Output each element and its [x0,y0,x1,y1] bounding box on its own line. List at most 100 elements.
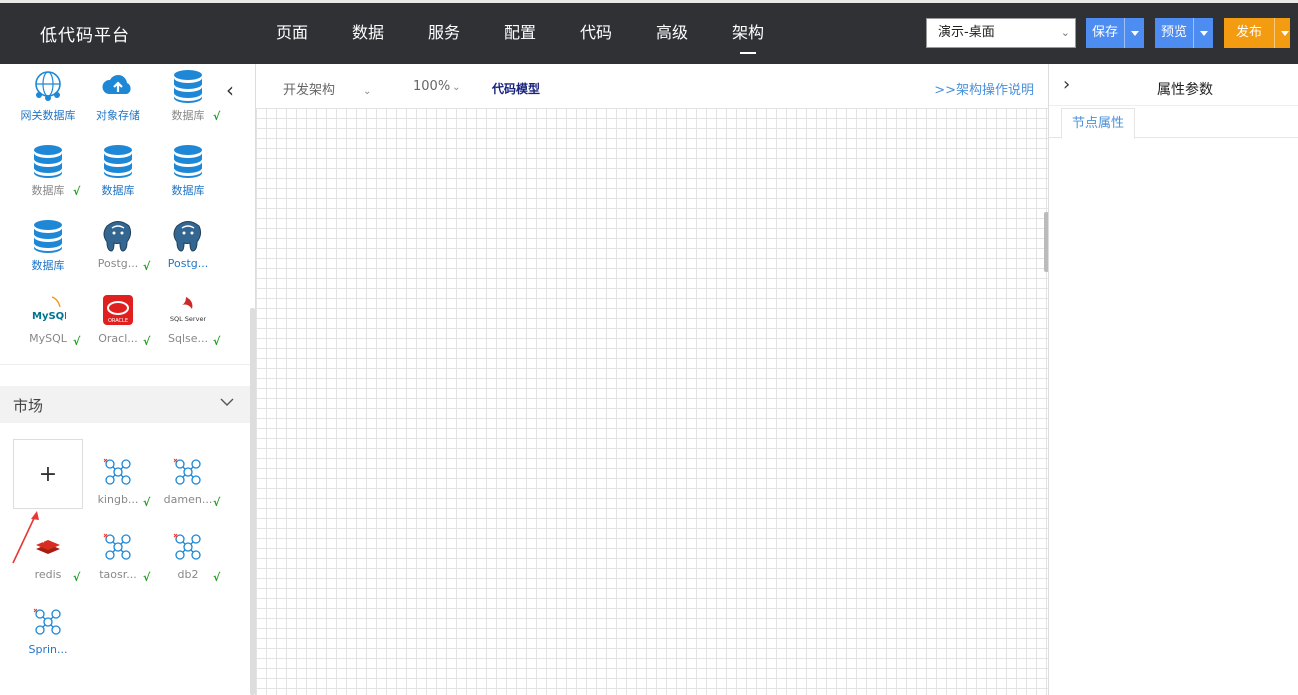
palette-item-database[interactable]: 数据库 √ [153,68,223,140]
palette-item-label: Postg... [167,257,209,270]
database-icon [174,145,202,178]
plus-icon: + [38,462,58,487]
nav-item-data[interactable]: 数据 [330,3,406,64]
check-icon: √ [213,496,221,509]
palette-item-label: 数据库 [31,259,65,272]
tab-node-properties[interactable]: 节点属性 [1061,108,1136,139]
palette-item-postgresql[interactable]: Postg... [153,218,223,290]
market-item-dameng[interactable]: damen... √ [153,454,223,526]
database-icon [174,70,202,103]
chevron-right-icon[interactable]: › [1063,74,1070,95]
save-split-button: 保存 [1086,18,1145,48]
nav-item-architecture[interactable]: 架构 [710,3,786,64]
market-item-spring[interactable]: Sprin... [13,604,83,676]
market-section-header[interactable]: 市场 [0,386,250,423]
database-icon [34,145,62,178]
preview-split-button: 预览 [1155,18,1214,48]
mysql-icon: MySQL [32,296,66,322]
add-market-item-button[interactable]: + [13,439,83,509]
palette-item-mysql[interactable]: MySQL MySQL √ [13,293,83,365]
check-icon: √ [73,335,81,348]
palette-item-object-storage[interactable]: 对象存储 [83,68,153,140]
canvas-toolbar: 开发架构 ⌄ 100% ⌄ 代码模型 >>架构操作说明 [256,64,1048,108]
properties-tabs: 节点属性 [1049,106,1298,139]
oracle-logo-text: ORACLE [108,318,128,324]
chevron-down-icon: ⌄ [452,82,461,93]
mode-select-value: 开发架构 [283,83,336,98]
sqlserver-logo-text: SQL Server [170,315,206,323]
palette-item-gateway-db[interactable]: 网关数据库 [13,68,83,140]
section-divider [0,364,250,365]
architecture-canvas[interactable] [256,108,1048,695]
publish-split-button: 发布 [1224,18,1291,48]
node-graph-icon [33,608,61,635]
publish-button[interactable]: 发布 [1224,18,1275,48]
palette-item-database[interactable]: 数据库 [13,218,83,290]
oracle-icon: ORACLE [103,295,133,325]
nav-item-services[interactable]: 服务 [406,3,482,64]
market-item-taos[interactable]: taosr... √ [83,529,153,601]
node-graph-icon [103,533,131,560]
palette-item-database[interactable]: 数据库 [153,143,223,215]
palette-scrollbar[interactable] [250,308,255,695]
environment-select[interactable]: 演示-桌面 ⌄ [926,18,1076,48]
publish-dropdown-caret-icon[interactable] [1274,18,1291,48]
environment-select-value: 演示-桌面 [938,25,995,40]
properties-panel: › 属性参数 节点属性 [1048,64,1298,695]
properties-header: › 属性参数 [1049,64,1298,106]
annotation-arrow-icon [12,511,39,564]
collapse-left-icon[interactable]: ‹ [226,78,234,102]
palette-item-database[interactable]: 数据库 [83,143,153,215]
code-model-button[interactable]: 代码模型 [492,80,540,97]
check-icon: √ [73,571,81,584]
mysql-logo-text: MySQL [32,311,66,322]
nav-item-advanced[interactable]: 高级 [634,3,710,64]
preview-button[interactable]: 预览 [1155,18,1194,48]
nav-item-pages[interactable]: 页面 [254,3,330,64]
palette-item-label: Sprin... [28,643,68,656]
palette-item-label: 数据库 [171,184,205,197]
properties-title: 属性参数 [1157,82,1213,98]
nav-item-config[interactable]: 配置 [482,3,558,64]
check-icon: √ [73,185,81,198]
cloud-upload-icon [102,75,131,94]
preview-dropdown-caret-icon[interactable] [1193,18,1214,48]
postgresql-icon [103,221,132,252]
mode-select[interactable]: 开发架构 ⌄ [283,79,371,98]
sqlserver-icon: SQL Server [170,297,206,323]
app-title: 低代码平台 [40,26,130,46]
zoom-select[interactable]: 100% ⌄ [413,79,461,94]
check-icon: √ [143,260,151,273]
main-nav: 页面 数据 服务 配置 代码 高级 架构 [254,3,786,64]
chevron-down-icon: ⌄ [1060,26,1070,39]
palette-item-database[interactable]: 数据库 √ [13,143,83,215]
nav-item-code[interactable]: 代码 [558,3,634,64]
market-item-kingbase[interactable]: kingb... √ [83,454,153,526]
market-item-db2[interactable]: db2 √ [153,529,223,601]
top-bar: 低代码平台 页面 数据 服务 配置 代码 高级 架构 演示-桌面 ⌄ 保存 预览… [0,0,1298,64]
market-section-title: 市场 [13,397,44,415]
check-icon: √ [143,335,151,348]
save-dropdown-caret-icon[interactable] [1124,18,1145,48]
palette-item-oracle[interactable]: ORACLE Oracl... √ [83,293,153,365]
chevron-down-icon: ⌄ [363,86,372,97]
palette-item-label: 网关数据库 [20,109,76,122]
palette-item-label: 数据库 [101,184,135,197]
save-button[interactable]: 保存 [1086,18,1125,48]
node-graph-icon [173,533,201,560]
check-icon: √ [143,571,151,584]
check-icon: √ [213,110,221,123]
check-icon: √ [143,496,151,509]
postgresql-icon [173,221,202,252]
chevron-down-icon [220,398,234,406]
database-icon [34,220,62,253]
zoom-select-value: 100% [413,79,451,94]
architecture-help-link[interactable]: >>架构操作说明 [934,79,1034,98]
check-icon: √ [213,335,221,348]
database-icon [104,145,132,178]
palette-item-postgresql[interactable]: Postg... √ [83,218,153,290]
palette-item-sqlserver[interactable]: SQL Server Sqlse... √ [153,293,223,365]
check-icon: √ [213,571,221,584]
gateway-db-icon [35,71,61,101]
node-graph-icon [173,458,201,485]
